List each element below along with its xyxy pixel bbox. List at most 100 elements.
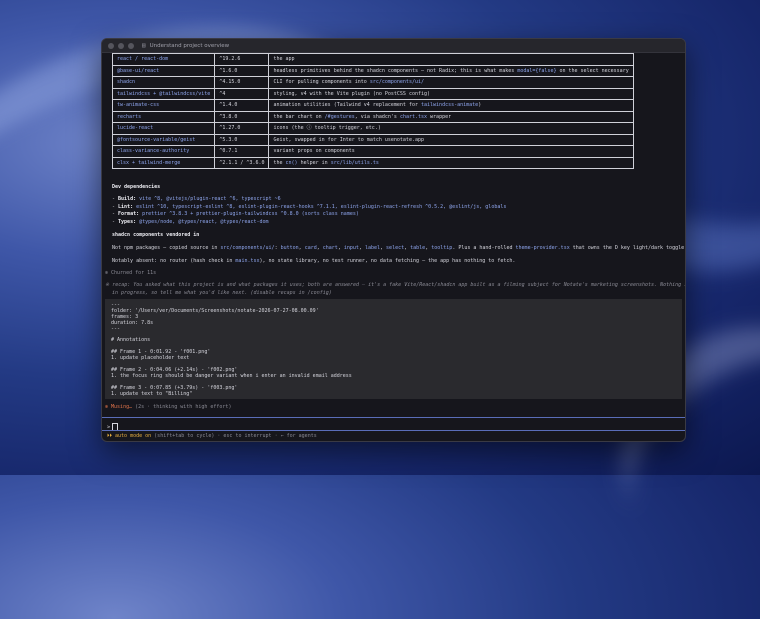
package-description: styling, v4 with the Vite plugin (no Pos…: [268, 87, 634, 100]
inline-code: chart.tsx: [399, 113, 428, 120]
dependencies-table: react / react-dom ^19.2.6 the app @base-ui/…: [111, 53, 634, 169]
prompt-top-border: [102, 417, 685, 418]
text-run: ), no state library, no test runner, no …: [259, 258, 516, 264]
terminal-window: ▤ Understand project overview react / re…: [101, 38, 686, 442]
package-name: shadcn: [111, 76, 216, 89]
vendored-paragraph: Not npm packages — copied source in src/…: [112, 244, 685, 252]
text-run: variant props on components: [273, 148, 355, 155]
package-description: the app: [268, 53, 634, 66]
recap-line: ※ recap: You asked what this project is …: [105, 282, 685, 288]
table-row: @base-ui/react ^1.6.0 headless primitives …: [111, 64, 634, 77]
text-run: the bar chart on: [273, 113, 325, 120]
auto-mode-label[interactable]: auto mode on: [115, 433, 151, 439]
package-description: headless primitives behind the shadcn co…: [268, 64, 634, 77]
package-name: class-variance-authority: [111, 145, 216, 158]
dev-deps-label: Build: [118, 196, 134, 202]
text-run: the: [273, 159, 286, 166]
terminal-output[interactable]: react / react-dom ^19.2.6 the app @base-ui/…: [102, 53, 685, 419]
annotation-line: # Annotations: [111, 337, 151, 344]
churned-line: ✻ Churned for 11s: [105, 270, 157, 276]
package-description: the cn() helper in src/lib/utils.ts: [268, 156, 634, 169]
pasted-annotations-block: --- folder: '/Users/ver/Documents/Screens…: [105, 299, 682, 399]
package-description: animation utilities (Tailwind v4 replace…: [268, 99, 634, 112]
text-run: helper in: [297, 159, 331, 166]
package-name: @fontsource-variable/geist: [111, 133, 216, 146]
table-row: @fontsource-variable/geist ^5.3.0 Geist, s…: [111, 133, 634, 146]
status-hint: (shift+tab to cycle) · esc to interrupt …: [154, 433, 317, 439]
dev-deps-label: Types: [118, 218, 134, 225]
status-line: ⏵⏵ auto mode on (shift+tab to cycle) · e…: [107, 433, 317, 439]
auto-mode-arrows-icon: ⏵⏵: [107, 433, 113, 439]
text-run: animation utilities (Tailwind v4 replace…: [273, 102, 421, 109]
package-version: ^4.15.0: [214, 76, 270, 89]
package-version: ^19.2.6: [214, 53, 270, 66]
inline-code: modal={false}: [517, 67, 557, 74]
table-row: tailwindcss + @tailwindcss/vite ^4 styling…: [111, 87, 634, 100]
spinner-icon: ✻: [105, 404, 109, 410]
text-run: that owns the D key light/dark toggle.: [569, 245, 685, 251]
inline-code: src/components/ui/: [220, 245, 275, 251]
window-title: Understand project overview: [149, 42, 230, 49]
text-run: ): [478, 102, 482, 109]
package-description: CLI for pulling components into src/comp…: [268, 76, 634, 89]
table-row: class-variance-authority ^0.7.1 variant pr…: [111, 145, 634, 158]
dev-deps-text: vite ^8, @vitejs/plugin-react ^6, typesc…: [139, 196, 281, 202]
recap-line-continued: in progress, so tell me what you'd like …: [112, 290, 332, 296]
inline-code: src/lib/utils.ts: [330, 159, 379, 166]
package-name: recharts: [111, 110, 216, 123]
dev-deps-label: Lint: [118, 203, 131, 210]
minimize-window-button[interactable]: [118, 42, 124, 49]
text-run: Notably absent: no router (hash check in: [112, 258, 236, 264]
package-version: ^3.8.0: [214, 110, 270, 123]
inline-code: main.tsx: [235, 258, 260, 264]
table-row: lucide-react ^1.27.0 icons (the ⓘ tooltip …: [111, 122, 634, 135]
inline-code: button: [280, 245, 299, 251]
table-row: clsx + tailwind-merge ^2.1.1 / ^3.6.0 the …: [111, 156, 634, 169]
text-run: Geist, swapped in for Inter to match use…: [273, 136, 424, 143]
close-window-button[interactable]: [108, 42, 114, 49]
dev-deps-heading: Dev dependencies: [112, 184, 161, 190]
absent-paragraph: Notably absent: no router (hash check in…: [112, 257, 515, 265]
package-name: react / react-dom: [111, 53, 216, 66]
text-run: wrapper: [427, 113, 452, 120]
inline-code: /#gestures: [324, 113, 355, 120]
text-run: CLI for pulling components into: [273, 79, 370, 86]
annotation-line: 1. the focus ring should be danger varia…: [111, 372, 352, 379]
package-version: ^5.3.0: [214, 133, 270, 146]
package-version: ^0.7.1: [214, 145, 270, 158]
package-name: clsx + tailwind-merge: [111, 156, 216, 169]
prompt-bottom-border: [102, 430, 685, 431]
package-description: variant props on components: [268, 145, 634, 158]
package-version: ^4: [214, 87, 270, 100]
text-run: icons (the ⓘ tooltip trigger, etc.): [273, 125, 381, 132]
annotation-line: 1. update text to "Billing": [111, 390, 193, 397]
inline-code: src/components/ui/: [369, 79, 424, 86]
inline-code: input: [343, 245, 359, 251]
text-run: , via shadcn's: [354, 113, 400, 120]
package-version: ^1.4.0: [214, 99, 270, 112]
package-description: the bar chart on /#gestures, via shadcn'…: [268, 110, 634, 123]
inline-code: tailwindcss-animate: [421, 102, 479, 109]
annotation-line: 1. update placeholder text: [111, 355, 190, 362]
inline-code: card: [304, 245, 317, 251]
inline-code: table: [410, 245, 426, 251]
package-version: ^1.6.0: [214, 64, 270, 77]
title-bar: ▤ Understand project overview: [102, 39, 685, 53]
table-row: tw-animate-css ^1.4.0 animation utilities …: [111, 99, 634, 112]
text-run: on the select necessary: [556, 67, 629, 74]
text-run: styling, v4 with the Vite plugin (no Pos…: [273, 90, 431, 97]
terminal-icon: ▤: [142, 42, 146, 49]
dev-deps-label: Format: [118, 211, 137, 217]
vendored-heading: shadcn components vendored in: [112, 232, 200, 238]
package-description: Geist, swapped in for Inter to match use…: [268, 133, 634, 146]
dev-deps-text: @types/node, @types/react, @types/react-…: [139, 218, 269, 225]
inline-code: cn(): [285, 159, 298, 166]
inline-code: tooltip: [431, 245, 453, 251]
annotation-line: ---: [111, 325, 121, 332]
package-version: ^1.27.0: [214, 122, 270, 135]
zoom-window-button[interactable]: [128, 42, 134, 49]
dev-deps-text: eslint ^10, typescript-eslint ^8, eslint…: [136, 203, 507, 210]
annotation-line: folder: '/Users/ver/Documents/Screenshot…: [111, 307, 319, 314]
dev-deps-item: - Types: @types/node, @types/react, @typ…: [112, 218, 269, 225]
table-row: shadcn ^4.15.0 CLI for pulling components …: [111, 76, 634, 89]
